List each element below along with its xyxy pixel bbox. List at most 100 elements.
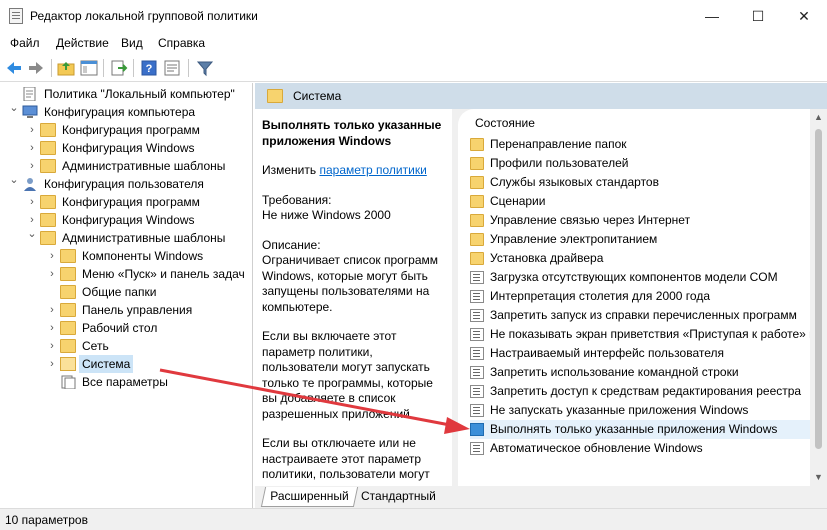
tree-item[interactable]: › Сеть <box>46 337 250 355</box>
tree-item[interactable]: Политика "Локальный компьютер" <box>8 85 250 103</box>
folder-icon <box>60 321 76 335</box>
list-item-label: Не показывать экран приветствия «Приступ… <box>490 327 816 341</box>
collapse-chevron-icon[interactable]: ⌄ <box>26 225 38 243</box>
tree-item[interactable]: › Рабочий стол <box>46 319 250 337</box>
list-setting-row[interactable]: Запретить запуск из справки перечисленны… <box>470 306 815 325</box>
tree-item[interactable]: › Конфигурация Windows <box>26 139 250 157</box>
details-header-title: Система <box>293 89 342 103</box>
list-setting-row[interactable]: Не показывать экран приветствия «Приступ… <box>470 325 816 344</box>
list-folder-row[interactable]: Профили пользователей <box>470 154 815 173</box>
properties-icon[interactable] <box>162 58 182 78</box>
list-item-label: Автоматическое обновление Windows <box>490 441 703 455</box>
tree-item[interactable]: › Меню «Пуск» и панель задач <box>46 265 250 283</box>
menu-bar: Файл Действие Вид Справка <box>0 32 827 54</box>
expand-chevron-icon[interactable]: › <box>26 121 38 139</box>
tree-item[interactable]: › Компоненты Windows <box>46 247 250 265</box>
list-setting-row[interactable]: Интерпретация столетия для 2000 года <box>470 287 815 306</box>
policy-setting-icon <box>470 442 484 455</box>
list-setting-row[interactable]: Загрузка отсутствующих компонентов модел… <box>470 268 815 287</box>
tree-item[interactable]: › Панель управления <box>46 301 250 319</box>
tree-item[interactable]: Общие папки <box>46 283 250 301</box>
tree-item[interactable]: › Административные шаблоны <box>26 157 250 175</box>
column-header-state[interactable]: Состояние <box>475 116 535 130</box>
description: Описание: Ограничивает список программ Wi… <box>262 238 447 316</box>
policy-setting-icon <box>470 328 484 341</box>
list-folder-row[interactable]: Службы языковых стандартов <box>470 173 815 192</box>
scroll-up-icon[interactable]: ▲ <box>810 109 827 126</box>
expand-chevron-icon[interactable]: › <box>26 139 38 157</box>
collapse-chevron-icon[interactable]: ⌄ <box>8 99 20 117</box>
description-panel: Выполнять только указанные приложения Wi… <box>255 109 455 486</box>
list-setting-row[interactable]: Не запускать указанные приложения Window… <box>470 401 815 420</box>
tree-item[interactable]: ⌄ Конфигурация компьютера <box>8 102 250 121</box>
list-item-label: Управление электропитанием <box>490 232 658 246</box>
edit-policy-link[interactable]: параметр политики <box>319 163 426 177</box>
close-button[interactable]: ✕ <box>781 0 827 32</box>
tab-standard[interactable]: Стандартный <box>355 487 442 507</box>
list-setting-row[interactable]: Запретить использование командной строки <box>470 363 815 382</box>
expand-chevron-icon[interactable]: › <box>26 157 38 175</box>
expand-chevron-icon[interactable]: › <box>46 319 58 337</box>
help-icon[interactable]: ? <box>139 58 159 78</box>
tree-item[interactable]: ⌄ Административные шаблоны <box>26 228 250 247</box>
list-setting-row[interactable]: Запретить доступ к средствам редактирова… <box>470 382 815 401</box>
export-list-icon[interactable] <box>109 58 129 78</box>
expand-chevron-icon[interactable]: › <box>26 193 38 211</box>
expand-chevron-icon[interactable]: › <box>46 337 58 355</box>
list-folder-row[interactable]: Управление связью через Интернет <box>470 211 815 230</box>
list-item-label: Загрузка отсутствующих компонентов модел… <box>490 270 778 284</box>
collapse-chevron-icon[interactable]: ⌄ <box>8 171 20 189</box>
list-folder-row[interactable]: Перенаправление папок <box>470 135 815 154</box>
toolbar-separator <box>133 59 134 77</box>
folder-icon <box>267 89 283 103</box>
settings-list: Состояние Перенаправление папок Профили п… <box>458 109 827 486</box>
scroll-down-icon[interactable]: ▼ <box>810 469 827 486</box>
tree-item-label: Сеть <box>82 339 109 353</box>
back-icon[interactable] <box>4 58 24 78</box>
tab-extended[interactable]: Расширенный <box>260 487 358 507</box>
tab-extended-label: Расширенный <box>270 489 349 503</box>
list-setting-row[interactable]: Автоматическое обновление Windows <box>470 439 815 458</box>
tree-item-label: Панель управления <box>82 303 193 317</box>
filter-icon[interactable] <box>195 58 215 78</box>
tree-item[interactable]: › Конфигурация программ <box>26 121 250 139</box>
folder-icon <box>470 214 484 227</box>
up-folder-icon[interactable] <box>56 58 76 78</box>
expand-chevron-icon[interactable]: › <box>46 247 58 265</box>
menu-file[interactable]: Файл <box>10 36 40 50</box>
status-text: 10 параметров <box>5 513 88 527</box>
maximize-button[interactable]: ☐ <box>735 0 781 32</box>
list-item-label: Профили пользователей <box>490 156 629 170</box>
minimize-button[interactable]: — <box>689 0 735 32</box>
list-folder-row[interactable]: Управление электропитанием <box>470 230 815 249</box>
tree-item[interactable]: › Конфигурация Windows <box>26 211 250 229</box>
scroll-thumb[interactable] <box>815 129 822 449</box>
folder-icon <box>40 123 56 137</box>
menu-view[interactable]: Вид <box>121 36 143 50</box>
forward-icon[interactable] <box>26 58 46 78</box>
tree-item[interactable]: › Конфигурация программ <box>26 193 250 211</box>
menu-help[interactable]: Справка <box>158 36 205 50</box>
description-text: Ограничивает список программ Windows, ко… <box>262 253 439 314</box>
policy-title: Выполнять только указанные приложения Wi… <box>262 118 442 148</box>
expand-chevron-icon[interactable]: › <box>46 301 58 319</box>
tree-item[interactable]: › Система <box>46 355 250 373</box>
tree-item[interactable]: ⌄ Конфигурация пользователя <box>8 174 250 193</box>
toolbar-separator <box>51 59 52 77</box>
list-item-label: Службы языковых стандартов <box>490 175 659 189</box>
list-folder-row[interactable]: Сценарии <box>470 192 815 211</box>
folder-icon <box>40 195 56 209</box>
list-setting-row[interactable]: Настраиваемый интерфейс пользователя <box>470 344 815 363</box>
show-hide-tree-icon[interactable] <box>79 58 99 78</box>
toolbar-separator <box>103 59 104 77</box>
tree-item[interactable]: Все параметры <box>46 373 250 391</box>
computer-icon <box>22 105 38 119</box>
menu-action[interactable]: Действие <box>56 36 109 50</box>
list-setting-row[interactable]: Выполнять только указанные приложения Wi… <box>470 420 815 439</box>
list-folder-row[interactable]: Установка драйвера <box>470 249 815 268</box>
expand-chevron-icon[interactable]: › <box>46 355 58 373</box>
list-scrollbar[interactable]: ▲ ▼ <box>810 109 827 486</box>
view-tabs: Расширенный Стандартный <box>255 486 827 508</box>
expand-chevron-icon[interactable]: › <box>46 265 58 283</box>
folder-icon <box>470 176 484 189</box>
